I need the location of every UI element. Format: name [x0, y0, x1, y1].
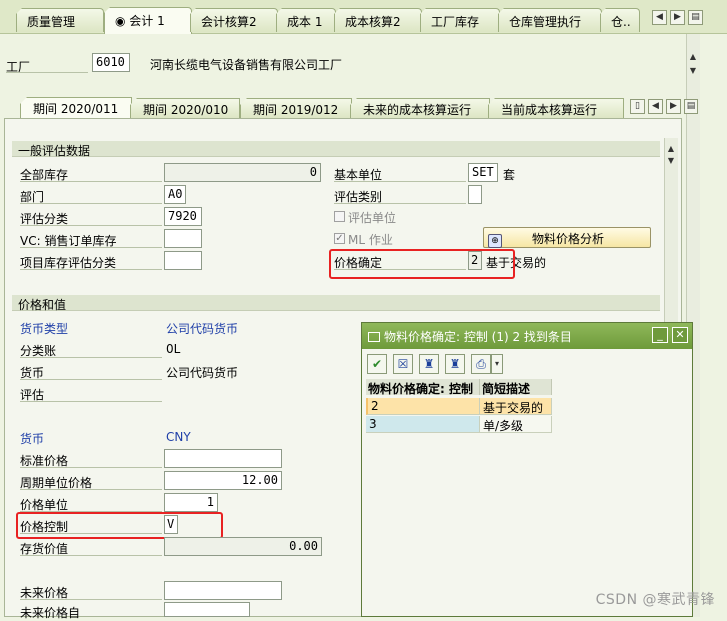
value-help-popup: 物料价格确定: 控制 (1) 2 找到条目 _ ✕ ✔ ☒ ♜ ♜ ⎙ ▾ 物料… [361, 322, 693, 617]
tab-more[interactable]: 仓.. [600, 8, 640, 32]
close-icon[interactable]: ✕ [672, 327, 688, 343]
subtab-next-icon[interactable]: ▶ [666, 99, 681, 114]
department-field[interactable]: A0 [164, 185, 186, 204]
tab-plant-stock[interactable]: 工厂库存 [420, 8, 500, 32]
table-row-desc[interactable]: 单/多级 [480, 416, 552, 433]
subtab-list-icon[interactable]: ▤ [684, 99, 698, 114]
ml-checkbox: ✓ [334, 233, 345, 244]
watermark: CSDN @寒武青锋 [595, 592, 715, 608]
subtab-prev-icon[interactable]: ◀ [648, 99, 663, 114]
currency-type-value: 公司代码货币 [166, 322, 239, 336]
tab-accounting-1[interactable]: ◉ 会计 1 [104, 7, 192, 34]
popup-title-bar: 物料价格确定: 控制 (1) 2 找到条目 _ ✕ [362, 323, 692, 349]
valuation-unit-label: 评估单位 [348, 211, 397, 225]
base-unit-text: 套 [503, 168, 516, 182]
table-row-code[interactable]: 3 [366, 416, 480, 433]
tab-costing-1[interactable]: 成本 1 [276, 8, 336, 32]
tab-period-2020-010[interactable]: 期间 2020/010 [130, 98, 240, 118]
material-price-analysis-button[interactable]: ⊕ 物料价格分析 [483, 227, 651, 248]
cancel-icon[interactable]: ☒ [393, 354, 413, 374]
ledger-value: 0L [166, 342, 181, 356]
section-prices: 价格和值 [12, 295, 660, 312]
highlight-box-price-determination [329, 249, 515, 279]
column-header-description: 简短描述 [480, 379, 552, 395]
tab-period-2020-011[interactable]: 期间 2020/011 [20, 97, 132, 119]
print-dropdown-icon[interactable]: ▾ [491, 354, 503, 374]
highlight-box-price-control [16, 512, 223, 539]
inventory-value-field: 0.00 [164, 537, 322, 556]
tab-next-icon[interactable]: ▶ [670, 10, 685, 25]
valuation-unit-checkbox[interactable] [334, 211, 345, 222]
plant-field[interactable]: 6010 [92, 53, 130, 72]
scroll-down-icon[interactable]: ▼ [686, 66, 700, 75]
tab-quality[interactable]: 质量管理 [16, 8, 104, 32]
tab-prev-icon[interactable]: ◀ [652, 10, 667, 25]
vc-field[interactable] [164, 229, 202, 248]
panel-scroll-down-icon[interactable]: ▼ [664, 156, 678, 165]
tab-warehouse-execution[interactable]: 仓库管理执行 [498, 8, 602, 32]
confirm-icon[interactable]: ✔ [367, 354, 387, 374]
currency2-label: 货币 [20, 432, 45, 446]
currency-type-label: 货币类型 [20, 322, 69, 336]
future-price-from-field[interactable] [164, 602, 250, 617]
project-stock-field[interactable] [164, 251, 202, 270]
panel-scroll-up-icon[interactable]: ▲ [664, 144, 678, 153]
tab-current-costing-run[interactable]: 当前成本核算运行 [488, 98, 624, 118]
valuation-category-field[interactable] [468, 185, 482, 204]
find-icon[interactable]: ♜ [419, 354, 439, 374]
tab-period-2019-012[interactable]: 期间 2019/012 [240, 98, 352, 118]
radio-icon: ◉ [115, 14, 130, 28]
column-header-control: 物料价格确定: 控制 [366, 379, 480, 395]
tab-costing-2[interactable]: 成本核算2 [334, 8, 422, 32]
table-row-code[interactable]: 2 [366, 398, 480, 415]
minimize-icon[interactable]: _ [652, 327, 668, 343]
tab-accounting-2[interactable]: 会计核算2 [190, 8, 278, 32]
tab-future-costing-run[interactable]: 未来的成本核算运行 [350, 98, 490, 118]
analysis-icon: ⊕ [488, 234, 502, 248]
section-general: 一般评估数据 [12, 141, 660, 158]
valuation-class-field[interactable]: 7920 [164, 207, 202, 226]
future-price-from-label: 未来价格自 [20, 606, 81, 620]
print-icon[interactable]: ⎙ [471, 354, 491, 374]
price-unit-field[interactable]: 1 [164, 493, 218, 512]
standard-price-field[interactable] [164, 449, 282, 468]
currency2-value: CNY [166, 430, 191, 444]
scroll-up-icon[interactable]: ▲ [686, 52, 700, 61]
plant-name: 河南长缆电气设备销售有限公司工厂 [150, 58, 343, 72]
table-row-desc[interactable]: 基于交易的 [480, 398, 552, 415]
periodic-price-field[interactable]: 12.00 [164, 471, 282, 490]
ml-label: ML 作业 [348, 233, 393, 247]
tab-list-icon[interactable]: ▤ [688, 10, 703, 25]
future-price-field[interactable] [164, 581, 282, 600]
subtab-menu-icon[interactable]: ▯ [630, 99, 645, 114]
base-unit-field[interactable]: SET [468, 163, 498, 182]
popup-window-icon [368, 332, 380, 342]
total-stock-field: 0 [164, 163, 321, 182]
currency-value: 公司代码货币 [166, 366, 239, 380]
find-next-icon[interactable]: ♜ [445, 354, 465, 374]
